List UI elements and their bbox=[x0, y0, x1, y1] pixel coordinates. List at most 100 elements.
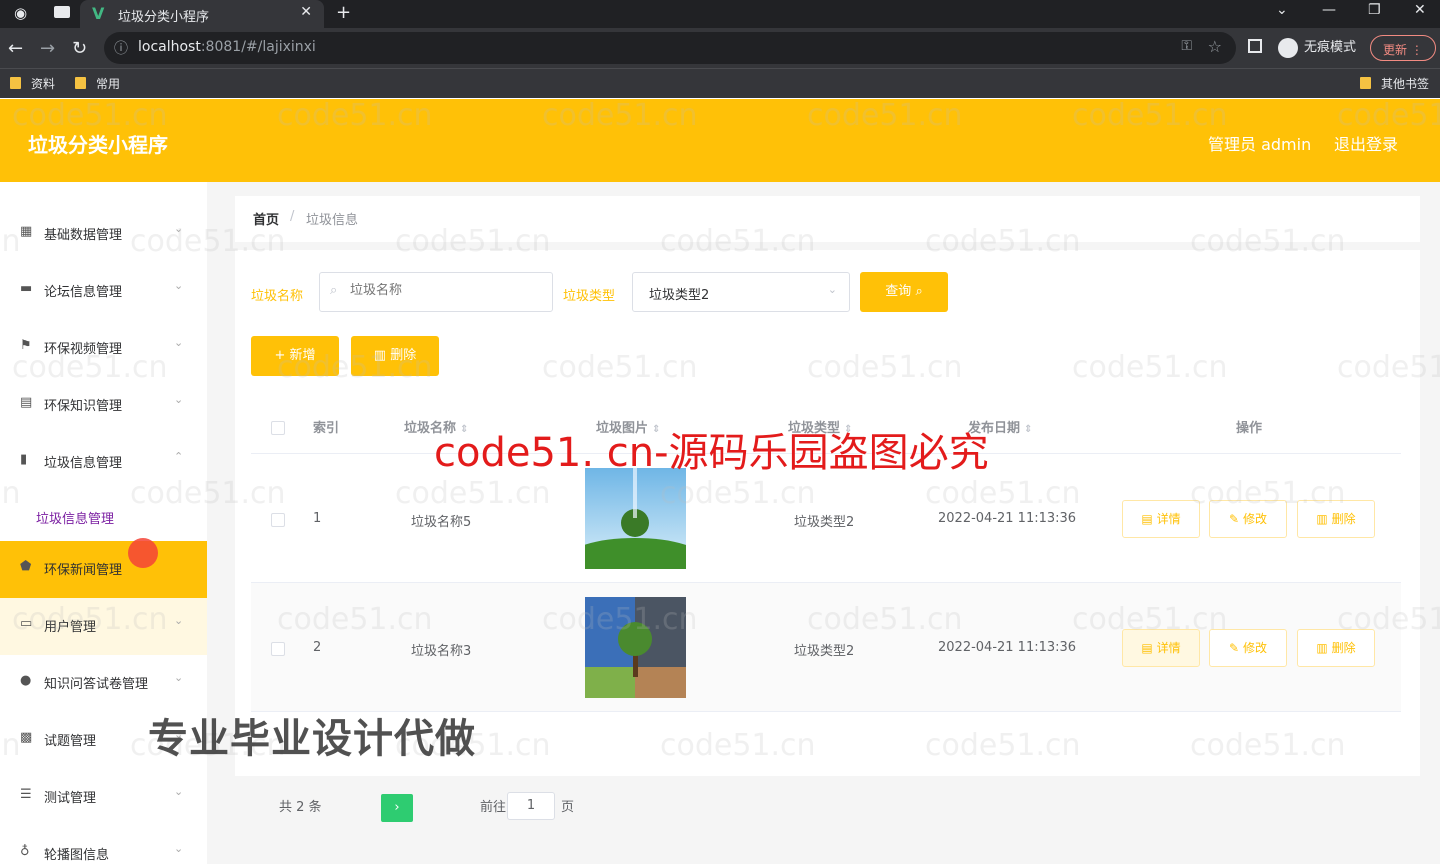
shield-icon: ⬟ bbox=[20, 559, 32, 574]
new-tab-icon[interactable]: + bbox=[336, 2, 351, 23]
sidebar-item-knowledge[interactable]: ▤ 环保知识管理 ⌄ bbox=[0, 377, 207, 434]
url-path: :8081/#/lajixinxi bbox=[200, 39, 316, 55]
name-search-field[interactable]: ⌕ bbox=[319, 272, 553, 312]
ghost-watermark: code51.cn bbox=[1072, 602, 1228, 637]
restore-icon[interactable]: ❐ bbox=[1368, 2, 1381, 18]
search-icon: ⌕ bbox=[915, 284, 923, 299]
ghost-watermark: code51.cn bbox=[1190, 476, 1346, 511]
browser-tab[interactable]: V 垃圾分类小程序 ✕ bbox=[80, 0, 324, 28]
document-icon: ▤ bbox=[20, 395, 33, 410]
ghost-watermark: code51.cn bbox=[277, 350, 433, 385]
sidepanel-icon[interactable] bbox=[1248, 39, 1262, 53]
admin-label: 管理员 admin bbox=[1208, 135, 1312, 154]
name-search-input[interactable] bbox=[350, 283, 540, 298]
cell-date: 2022-04-21 11:13:36 bbox=[938, 511, 1077, 526]
sidebar-item-carousel[interactable]: ♁ 轮播图信息 ⌄ bbox=[0, 826, 207, 864]
key-icon[interactable]: ⚿ bbox=[1181, 38, 1192, 54]
ghost-watermark: code51.cn bbox=[542, 602, 698, 637]
ghost-watermark: code51.cn bbox=[277, 98, 433, 133]
delete-label: 删除 bbox=[1331, 641, 1356, 655]
submenu-garbage-info[interactable]: 垃圾信息管理 bbox=[36, 508, 114, 527]
ghost-watermark: code51.cn bbox=[130, 476, 286, 511]
site-info-icon[interactable]: ⓘ bbox=[114, 38, 128, 58]
reload-icon[interactable]: ↻ bbox=[72, 38, 87, 59]
back-icon[interactable]: ← bbox=[8, 38, 23, 59]
browser-tab-bar: ◉ V 垃圾分类小程序 ✕ + ⌄ — ❐ ✕ bbox=[0, 0, 1440, 28]
other-bookmarks[interactable]: 其他书签 bbox=[1360, 75, 1429, 92]
header-index: 索引 bbox=[313, 421, 340, 436]
close-tab-icon[interactable]: ✕ bbox=[300, 4, 312, 20]
sidebar-item-forum[interactable]: ▬ 论坛信息管理 ⌄ bbox=[0, 263, 207, 320]
browser-profile-icon[interactable]: ◉ bbox=[14, 4, 27, 22]
bookmark-folder-2[interactable]: 常用 bbox=[75, 75, 120, 92]
ghost-watermark: code51.cn bbox=[0, 728, 21, 763]
folder-icon bbox=[10, 77, 21, 89]
trash-icon: ▥ bbox=[1316, 641, 1328, 655]
chevron-right-icon: › bbox=[394, 800, 400, 815]
ghost-watermark: code51.cn bbox=[660, 728, 816, 763]
sidebar-item-label: 垃圾信息管理 bbox=[44, 456, 123, 471]
ghost-watermark: code51.cn bbox=[277, 602, 433, 637]
vue-logo-icon: V bbox=[92, 4, 105, 23]
url-field[interactable]: ⓘ localhost:8081/#/lajixinxi ⚿ ☆ bbox=[104, 32, 1236, 64]
bookmark-label: 常用 bbox=[96, 77, 121, 91]
row-checkbox[interactable] bbox=[271, 642, 285, 656]
bookmark-folder-1[interactable]: 资料 bbox=[10, 75, 55, 92]
bookmark-label: 资料 bbox=[31, 77, 56, 91]
type-select[interactable]: 垃圾类型2 ⌄ bbox=[632, 272, 850, 312]
sidebar-item-quiz-papers[interactable]: ● 知识问答试卷管理 ⌄ bbox=[0, 655, 207, 712]
cell-index: 2 bbox=[313, 640, 322, 655]
ghost-watermark: code51.cn bbox=[395, 224, 551, 259]
bookmark-star-icon[interactable]: ☆ bbox=[1208, 37, 1222, 56]
bar-chart-icon: ▮ bbox=[20, 452, 28, 467]
ghost-watermark: code51.cn bbox=[1072, 350, 1228, 385]
promo-text: 专业毕业设计代做 bbox=[148, 716, 476, 762]
ghost-watermark: code51.cn bbox=[925, 728, 1081, 763]
cell-type: 垃圾类型2 bbox=[794, 515, 855, 530]
detail-button[interactable]: ▤ 详情 bbox=[1122, 500, 1200, 538]
goto-page-input[interactable]: 1 bbox=[507, 792, 555, 820]
edit-icon: ✎ bbox=[1229, 512, 1240, 526]
type-select-value: 垃圾类型2 bbox=[649, 288, 710, 303]
page-unit-label: 页 bbox=[561, 800, 575, 815]
incognito-indicator[interactable]: 无痕模式 bbox=[1278, 36, 1356, 58]
chevron-down-icon: ⌄ bbox=[174, 671, 184, 684]
minimize-icon[interactable]: — bbox=[1322, 2, 1336, 18]
list-panel: 垃圾名称 ⌕ 垃圾类型 垃圾类型2 ⌄ 查询 ⌕ + 新增 ▥ 删除 索引 垃圾… bbox=[235, 250, 1420, 822]
trash-icon: ▥ bbox=[1316, 512, 1328, 526]
cell-name: 垃圾名称3 bbox=[411, 644, 472, 659]
search-icon: ⌕ bbox=[330, 283, 338, 298]
ghost-watermark: code51.cn bbox=[12, 350, 168, 385]
sidebar-item-label: 环保新闻管理 bbox=[44, 563, 123, 578]
tab-search-icon[interactable]: ⌄ bbox=[1276, 2, 1288, 18]
grid-icon: ▦ bbox=[20, 224, 33, 239]
sidebar-item-label: 论坛信息管理 bbox=[44, 285, 123, 300]
monitor-icon: ▬ bbox=[20, 281, 33, 296]
select-all-checkbox[interactable] bbox=[271, 421, 285, 435]
folder-icon bbox=[75, 77, 86, 89]
ghost-watermark: code51.cn bbox=[0, 224, 21, 259]
cell-date: 2022-04-21 11:13:36 bbox=[938, 640, 1077, 655]
sidebar-item-news[interactable]: ⬟ 环保新闻管理 bbox=[0, 541, 207, 598]
chevron-down-icon: ⌄ bbox=[174, 393, 184, 406]
breadcrumb-current: 垃圾信息 bbox=[306, 213, 359, 228]
chevron-down-icon: ⌄ bbox=[174, 279, 184, 292]
update-button[interactable]: 更新 ⋮ bbox=[1370, 35, 1436, 61]
logout-link[interactable]: 退出登录 bbox=[1334, 131, 1398, 155]
postcard-icon: ▩ bbox=[20, 730, 33, 745]
tab-overview-icon[interactable] bbox=[54, 6, 70, 18]
close-window-icon[interactable]: ✕ bbox=[1414, 2, 1426, 18]
next-page-button[interactable]: › bbox=[381, 794, 413, 822]
row-checkbox[interactable] bbox=[271, 513, 285, 527]
forward-icon[interactable]: → bbox=[40, 38, 55, 59]
query-button[interactable]: 查询 ⌕ bbox=[860, 272, 948, 312]
ghost-watermark: code51.cn bbox=[1337, 602, 1440, 637]
edit-label: 修改 bbox=[1242, 512, 1267, 526]
sidebar-item-tests[interactable]: ☰ 测试管理 ⌄ bbox=[0, 769, 207, 826]
type-filter-label: 垃圾类型 bbox=[563, 289, 616, 304]
ghost-watermark: code51.cn bbox=[542, 98, 698, 133]
goto-label: 前往 bbox=[480, 800, 507, 815]
document-icon: ▤ bbox=[1141, 512, 1153, 526]
sidebar-item-label: 试题管理 bbox=[44, 734, 97, 749]
incognito-icon bbox=[1278, 37, 1298, 58]
